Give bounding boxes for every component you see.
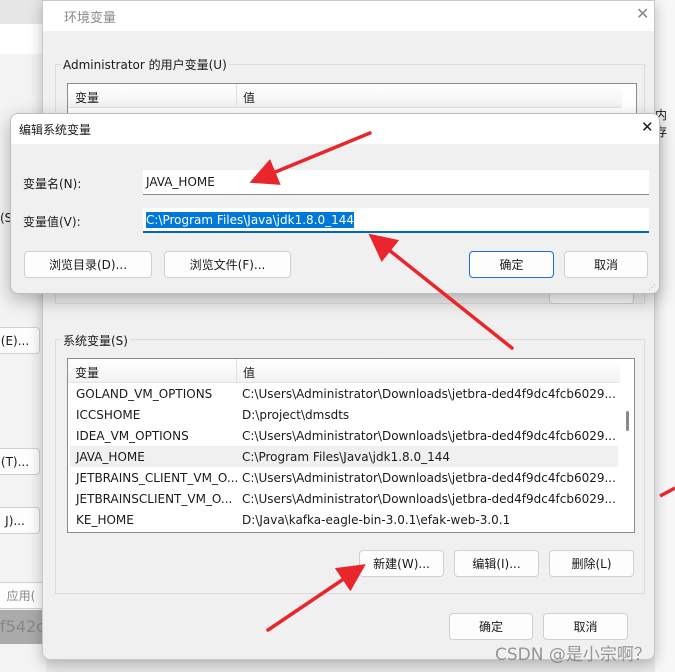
dialog-title: 编辑系统变量 xyxy=(19,123,92,137)
system-variables-list[interactable]: 变量 值 GOLAND_VM_OPTIONS C:\Users\Administr… xyxy=(67,358,635,533)
delete-button-label: 删除(L) xyxy=(571,557,612,571)
scrollbar-thumb[interactable] xyxy=(626,411,629,431)
watermark: CSDN @是小宗啊？ xyxy=(495,645,651,665)
variable-name: JETBRAINSCLIENT_VM_O... xyxy=(76,491,233,506)
title-bar: 环境变量 ✕ xyxy=(43,1,654,31)
dialog-cancel-label: 取消 xyxy=(593,258,618,272)
bg-button-e[interactable]: (E)... xyxy=(0,327,40,354)
ok-button-label: 确定 xyxy=(478,620,503,634)
variable-name-value: JAVA_HOME xyxy=(146,175,215,189)
variable-value: C:\Users\Administrator\Downloads\jetbra-… xyxy=(242,428,616,443)
variable-value: C:\Program Files\Java\jdk1.8.0_144 xyxy=(242,449,451,464)
background-window-left: (S) (E)... (T)... J)... 应用( f542c xyxy=(0,0,46,672)
variable-name-label: 变量名(N): xyxy=(23,177,82,191)
list-header: 变量 值 xyxy=(68,84,622,108)
column-header-variable[interactable]: 变量 xyxy=(75,364,99,381)
table-row[interactable]: JETBRAINSCLIENT_VM_O... C:\Users\Administ… xyxy=(70,488,618,509)
browse-file-label: 浏览文件(F)... xyxy=(189,258,266,272)
variable-name: KE_HOME xyxy=(76,512,134,527)
edit-system-variable-dialog: 编辑系统变量 ✕ 变量名(N): JAVA_HOME 变量值(V): C:\Pr… xyxy=(10,113,660,294)
browse-file-button[interactable]: 浏览文件(F)... xyxy=(164,251,291,278)
variable-name: GOLAND_VM_OPTIONS xyxy=(76,386,213,401)
dialog-cancel-button[interactable]: 取消 xyxy=(564,251,648,278)
dialog-ok-button[interactable]: 确定 xyxy=(469,251,554,278)
bg-button-label: 应用( xyxy=(6,589,36,603)
browse-directory-button[interactable]: 浏览目录(D)... xyxy=(24,251,152,278)
variable-name: JAVA_HOME xyxy=(76,449,145,464)
variable-name: ICCSHOME xyxy=(76,407,141,422)
system-variables-label: 系统变量(S) xyxy=(61,332,130,349)
table-row-selected[interactable]: JAVA_HOME C:\Program Files\Java\jdk1.8.0_… xyxy=(70,446,618,467)
edit-button[interactable]: 编辑(I)... xyxy=(454,550,539,577)
table-row[interactable]: JETBRAINS_CLIENT_VM_O... C:\Users\Adminis… xyxy=(70,467,618,488)
variable-name-input[interactable]: JAVA_HOME xyxy=(143,170,649,195)
bg-button-label: J)... xyxy=(5,513,25,528)
close-icon[interactable]: ✕ xyxy=(641,118,654,136)
table-row[interactable]: GOLAND_VM_OPTIONS C:\Users\Administrator\… xyxy=(70,383,618,404)
variable-value-selected-text: C:\Program Files\Java\jdk1.8.0_144 xyxy=(146,211,355,228)
bg-button-j[interactable]: J)... xyxy=(0,507,40,534)
resize-grip-icon[interactable]: ⋰ xyxy=(648,283,656,292)
variable-name: JETBRAINS_CLIENT_VM_O... xyxy=(76,470,238,485)
variable-name: IDEA_VM_OPTIONS xyxy=(76,428,189,443)
variable-value: D:\project\dmsdts xyxy=(242,407,350,422)
window-title: 环境变量 xyxy=(64,11,117,26)
variable-value: C:\Users\Administrator\Downloads\jetbra-… xyxy=(242,386,616,401)
bg-fragment: f542c xyxy=(0,610,46,644)
new-button-label: 新建(W)... xyxy=(373,557,430,571)
edit-button-label: 编辑(I)... xyxy=(472,557,521,571)
variable-value-input[interactable]: C:\Program Files\Java\jdk1.8.0_144 xyxy=(143,208,649,233)
list-header: 变量 值 xyxy=(68,359,620,383)
ok-button[interactable]: 确定 xyxy=(449,613,533,640)
variable-value: D:\Java\kafka-eagle-bin-3.0.1\efak-web-3… xyxy=(242,512,511,527)
bg-button-t[interactable]: (T)... xyxy=(0,448,40,475)
cancel-button[interactable]: 取消 xyxy=(543,613,628,640)
cancel-button-label: 取消 xyxy=(573,620,598,634)
new-button[interactable]: 新建(W)... xyxy=(359,550,444,577)
dialog-ok-label: 确定 xyxy=(499,258,524,272)
variable-value: C:\Users\Administrator\Downloads\jetbra-… xyxy=(242,470,616,485)
dialog-title-bar: 编辑系统变量 ✕ xyxy=(11,114,659,144)
bg-button-label: (T)... xyxy=(0,454,30,469)
background-window-right: 内存 xyxy=(655,0,675,672)
table-row[interactable]: IDEA_VM_OPTIONS C:\Users\Administrator\Do… xyxy=(70,425,618,446)
table-row[interactable]: ICCSHOME D:\project\dmsdts xyxy=(70,404,618,425)
close-icon[interactable]: ✕ xyxy=(636,4,649,23)
column-header-variable[interactable]: 变量 xyxy=(75,89,99,106)
column-header-value[interactable]: 值 xyxy=(243,364,255,381)
browse-directory-label: 浏览目录(D)... xyxy=(48,258,128,272)
column-header-value[interactable]: 值 xyxy=(243,89,255,106)
bg-button-label: (E)... xyxy=(0,333,30,348)
variable-value: C:\Users\Administrator\Downloads\jetbra-… xyxy=(242,491,616,506)
variable-value-label: 变量值(V): xyxy=(23,215,81,229)
table-row[interactable]: KE_HOME D:\Java\kafka-eagle-bin-3.0.1\efa… xyxy=(70,509,618,530)
delete-button[interactable]: 删除(L) xyxy=(549,550,634,577)
user-variables-label: Administrator 的用户变量(U) xyxy=(61,56,229,73)
bg-apply-button[interactable]: 应用( xyxy=(0,582,46,609)
environment-variables-window: 环境变量 ✕ Administrator 的用户变量(U) 变量 值 系统变量(… xyxy=(42,0,655,660)
